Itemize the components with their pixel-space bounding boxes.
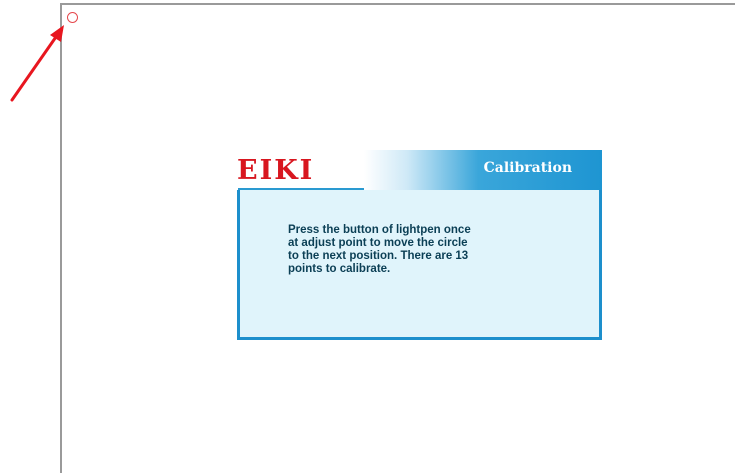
dialog-title-bar: Calibration [364, 150, 602, 190]
eiki-logo: EIKI [237, 155, 315, 186]
dialog-title: Calibration [483, 160, 572, 176]
calibration-dialog: EIKI Calibration Press the button of lig… [232, 150, 602, 340]
dialog-body: Press the button of lightpen once at adj… [237, 190, 602, 340]
calibration-instructions: Press the button of lightpen once at adj… [288, 224, 471, 275]
pointer-arrow-icon [10, 25, 64, 102]
